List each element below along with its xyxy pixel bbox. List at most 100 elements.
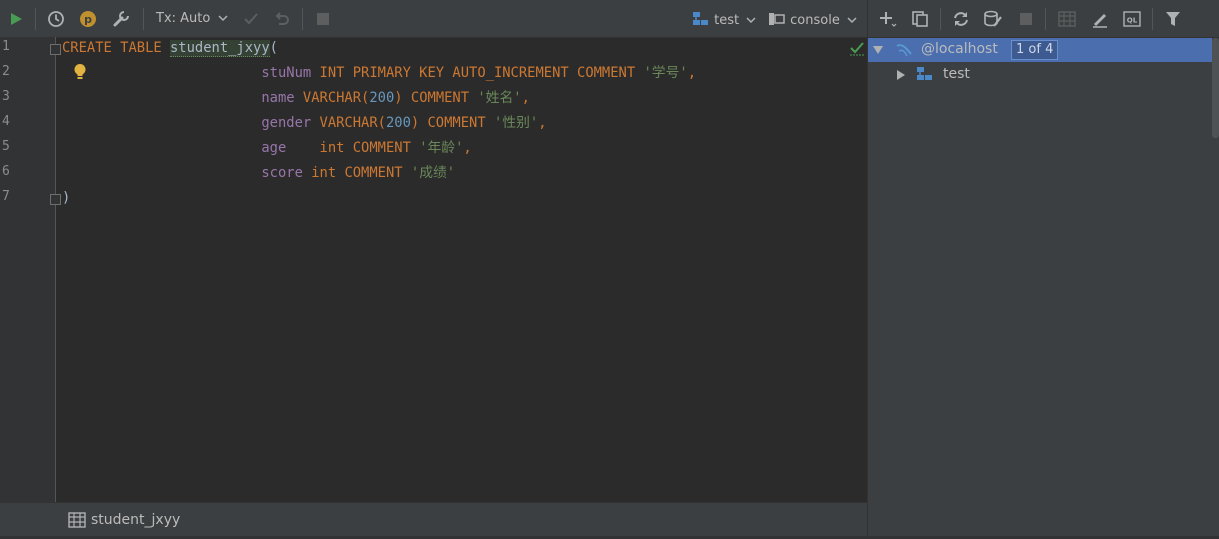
- chevron-down-icon: [847, 13, 857, 28]
- code-token: INT PRIMARY KEY AUTO_INCREMENT COMMENT: [311, 65, 644, 81]
- code-token: ,: [463, 140, 472, 156]
- toolbar-divider: [940, 8, 941, 30]
- transaction-mode-label: Tx: Auto: [156, 11, 211, 26]
- code-token: ) COMMENT: [410, 115, 494, 131]
- toolbar-divider: [35, 8, 36, 30]
- schema-icon: [692, 11, 710, 31]
- schema-sync-icon[interactable]: [983, 9, 1003, 29]
- line-number: 4: [2, 114, 10, 129]
- code-token: name: [261, 90, 295, 106]
- schema-icon: [916, 66, 934, 86]
- code-line[interactable]: score int COMMENT '成绩': [62, 163, 455, 183]
- toolbar-divider: [302, 8, 303, 30]
- toolbar-divider: [143, 8, 144, 30]
- code-token: '成绩': [410, 165, 456, 181]
- database-icon: [895, 42, 913, 62]
- refresh-icon[interactable]: [951, 9, 971, 29]
- code-token: ,: [521, 90, 530, 106]
- code-token: student_jxyy: [169, 40, 270, 57]
- line-number: 7: [2, 189, 10, 204]
- commit-icon[interactable]: [241, 9, 261, 29]
- line-number: 3: [2, 89, 10, 104]
- expand-icon[interactable]: [895, 69, 907, 85]
- copy-icon[interactable]: [910, 9, 930, 29]
- editor-footer: student_jxyy: [0, 502, 867, 537]
- schema-label: test: [714, 13, 740, 28]
- code-line[interactable]: stuNum INT PRIMARY KEY AUTO_INCREMENT CO…: [62, 63, 696, 83]
- code-token: '姓名': [477, 90, 522, 106]
- add-icon[interactable]: [878, 9, 898, 29]
- line-number: 6: [2, 164, 10, 179]
- footer-table-name[interactable]: student_jxyy: [91, 512, 180, 528]
- line-number: 1: [2, 39, 10, 54]
- editor-toolbar: p Tx: Auto test console: [0, 0, 867, 38]
- line-number: 5: [2, 139, 10, 154]
- edit-icon[interactable]: [1090, 9, 1110, 29]
- code-token: CREATE TABLE: [62, 40, 170, 56]
- code-token: VARCHAR(: [311, 115, 386, 131]
- schema-tree-label: test: [943, 66, 970, 82]
- expand-icon[interactable]: [872, 44, 884, 60]
- code-token: (: [269, 40, 278, 56]
- code-line[interactable]: age int COMMENT '年龄',: [62, 138, 472, 158]
- fold-marker-icon[interactable]: [50, 194, 61, 205]
- code-token: gender: [261, 115, 312, 131]
- toolbar-divider: [1045, 8, 1046, 30]
- stop-icon[interactable]: [1016, 9, 1036, 29]
- settings-icon[interactable]: [111, 9, 131, 29]
- code-token: ,: [687, 65, 696, 81]
- line-number: 2: [2, 64, 10, 79]
- code-token: age: [261, 140, 287, 156]
- code-line[interactable]: ): [62, 188, 70, 208]
- toolbar-divider: [1152, 8, 1153, 30]
- host-label: @localhost: [921, 41, 998, 57]
- database-panel: @localhost 1 of 4 test: [868, 38, 1219, 539]
- rollback-icon[interactable]: [272, 9, 292, 29]
- tree-item-test[interactable]: test: [868, 63, 1212, 87]
- svg-text:QL: QL: [1127, 17, 1138, 25]
- chevron-down-icon: [218, 11, 229, 26]
- transaction-mode-dropdown[interactable]: Tx: Auto: [156, 11, 229, 26]
- fold-marker-icon[interactable]: [50, 44, 61, 55]
- scrollbar[interactable]: [1212, 38, 1219, 138]
- code-token: ,: [538, 115, 547, 131]
- code-line[interactable]: name VARCHAR(200) COMMENT '姓名',: [62, 88, 530, 108]
- run-icon[interactable]: [6, 9, 26, 29]
- code-token: '学号': [643, 65, 688, 81]
- console-selector[interactable]: console: [768, 11, 857, 31]
- code-token: 200: [385, 115, 411, 131]
- ql-icon[interactable]: QL: [1122, 9, 1142, 29]
- gutter-border: [55, 37, 56, 502]
- history-icon[interactable]: [46, 9, 66, 29]
- code-token: 200: [369, 90, 395, 106]
- code-line[interactable]: gender VARCHAR(200) COMMENT '性别',: [62, 113, 547, 133]
- table-icon: [68, 512, 86, 532]
- code-line[interactable]: CREATE TABLE student_jxyy(: [62, 38, 278, 58]
- stop-icon[interactable]: [313, 9, 333, 29]
- host-badge: 1 of 4: [1011, 40, 1059, 60]
- code-token: stuNum: [261, 65, 312, 81]
- tree-item-localhost[interactable]: @localhost 1 of 4: [868, 38, 1212, 62]
- filter-icon[interactable]: [1163, 9, 1183, 29]
- chevron-down-icon: [746, 13, 756, 28]
- checkmark-icon: [849, 40, 865, 62]
- code-token: '性别': [493, 115, 539, 131]
- code-token: ): [62, 190, 71, 206]
- schema-selector[interactable]: test: [692, 11, 756, 31]
- table-icon[interactable]: [1057, 9, 1077, 29]
- console-icon: [768, 11, 786, 31]
- svg-text:p: p: [84, 13, 92, 26]
- code-token: int COMMENT: [286, 140, 420, 156]
- code-token: score: [261, 165, 303, 181]
- profile-icon[interactable]: p: [78, 9, 98, 29]
- code-token: VARCHAR(: [294, 90, 370, 106]
- code-token: '年龄': [419, 140, 464, 156]
- database-toolbar: QL: [868, 0, 1219, 38]
- console-label: console: [790, 13, 840, 28]
- editor-gutter: [0, 37, 56, 502]
